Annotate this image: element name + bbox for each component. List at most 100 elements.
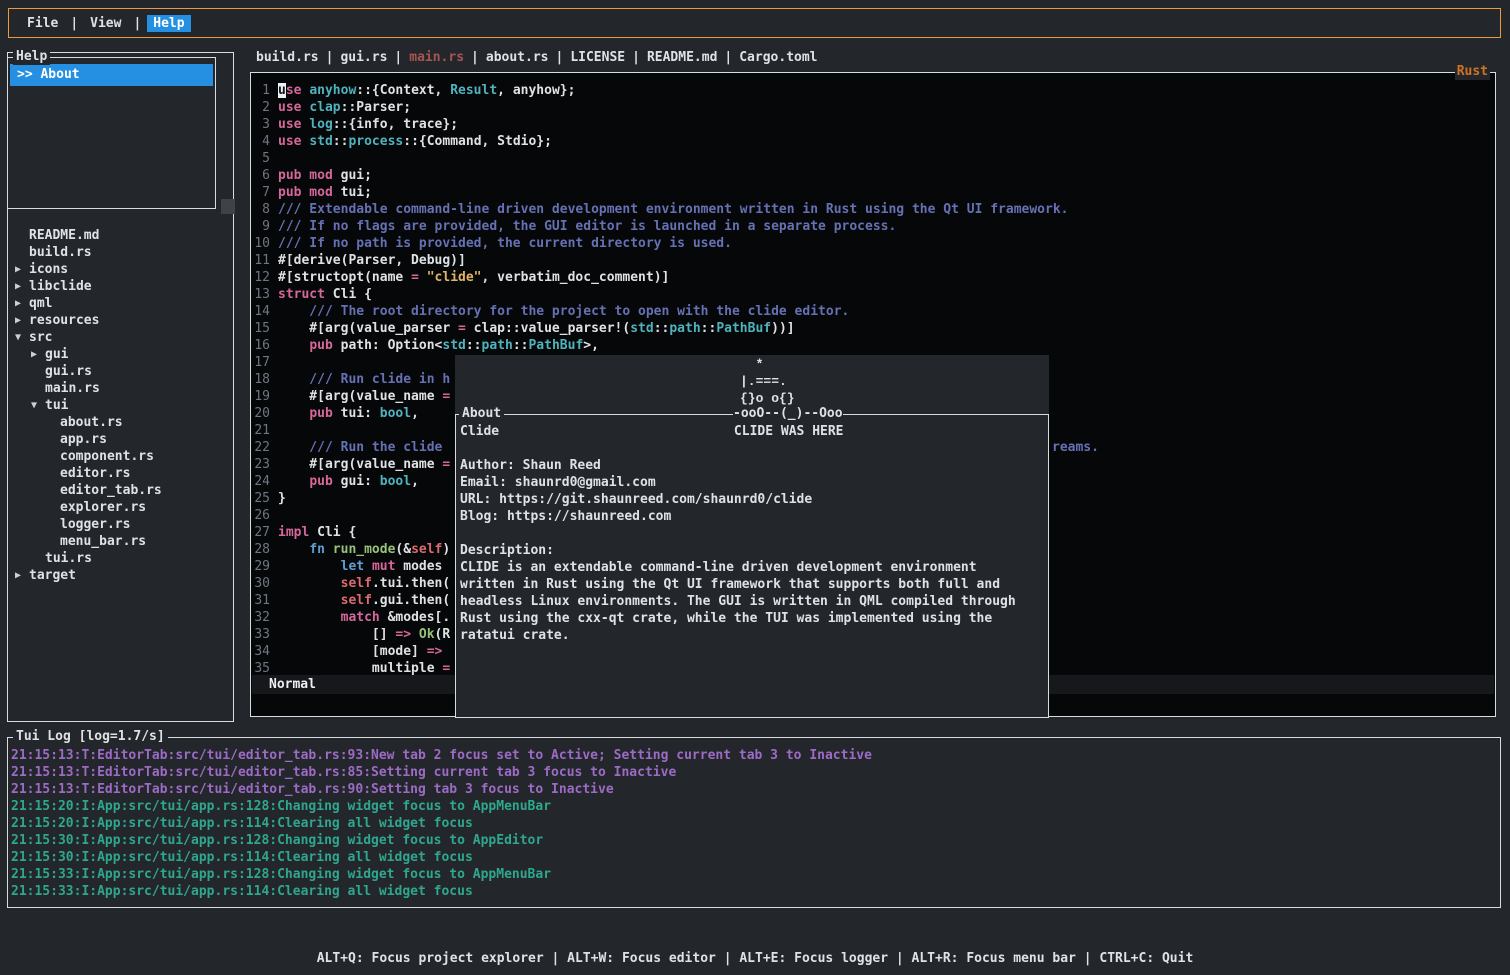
tree-item-tui.rs[interactable]: tui.rs bbox=[8, 550, 231, 567]
line-number: 19 bbox=[254, 388, 270, 405]
log-entry: 21:15:13:T:EditorTab:src/tui/editor_tab.… bbox=[11, 747, 872, 764]
code-line[interactable]: 5 bbox=[254, 150, 1493, 167]
line-number: 25 bbox=[254, 490, 270, 507]
tab-gui.rs[interactable]: gui.rs bbox=[340, 49, 387, 67]
tab-separator: | bbox=[319, 49, 341, 67]
ascii-art-figure: * |.===. {}o o{} bbox=[740, 356, 795, 407]
code-text: let mut modes bbox=[278, 558, 442, 575]
code-line[interactable]: 10 /// If no path is provided, the curren… bbox=[254, 235, 1493, 252]
code-text: [mode] => bbox=[278, 643, 442, 660]
tab-about.rs[interactable]: about.rs bbox=[486, 49, 549, 67]
menu-separator: | bbox=[133, 16, 141, 31]
code-text: /// Run the clide bbox=[278, 439, 450, 456]
tab-license[interactable]: LICENSE bbox=[570, 49, 625, 67]
code-line[interactable]: 9/// If no flags are provided, the GUI e… bbox=[254, 218, 1493, 235]
menu-item-file[interactable]: File bbox=[21, 15, 64, 32]
code-line[interactable]: 1use anyhow::{Context, Result, anyhow}; bbox=[254, 82, 1493, 99]
tree-item-about.rs[interactable]: about.rs bbox=[8, 414, 231, 431]
tree-item-build.rs[interactable]: build.rs bbox=[8, 244, 231, 261]
menu-separator: | bbox=[70, 16, 78, 31]
tree-item-label: app.rs bbox=[60, 431, 107, 448]
tree-item-label: logger.rs bbox=[60, 516, 130, 533]
tree-item-menu-bar.rs[interactable]: menu_bar.rs bbox=[8, 533, 231, 550]
tree-item-component.rs[interactable]: component.rs bbox=[8, 448, 231, 465]
tree-item-resources[interactable]: ▶resources bbox=[8, 312, 231, 329]
folder-expanded-icon: ▼ bbox=[31, 397, 45, 414]
about-popup-line: Email: shaunrd0@gmail.com bbox=[460, 474, 1048, 491]
about-popup-title: About bbox=[459, 406, 504, 422]
help-dropdown-menu: Help >> About bbox=[7, 57, 216, 209]
tui-log-panel: Tui Log [log=1.7/s] 21:15:13:T:EditorTab… bbox=[7, 737, 1501, 908]
tree-item-icons[interactable]: ▶icons bbox=[8, 261, 231, 278]
about-popup-line: written in Rust using the Qt UI framewor… bbox=[460, 576, 1048, 593]
code-text: self.tui.then( bbox=[278, 575, 450, 592]
menu-item-help[interactable]: Help bbox=[147, 15, 190, 32]
code-line[interactable]: 3use log::{info, trace}; bbox=[254, 116, 1493, 133]
tui-log-title: Tui Log [log=1.7/s] bbox=[13, 729, 168, 745]
about-popup-line: ratatui crate. bbox=[460, 627, 1048, 644]
tree-item-label: editor.rs bbox=[60, 465, 130, 482]
tree-item-target[interactable]: ▶target bbox=[8, 567, 231, 584]
menu-item-view[interactable]: View bbox=[84, 15, 127, 32]
tree-item-qml[interactable]: ▶qml bbox=[8, 295, 231, 312]
line-number: 10 bbox=[254, 235, 270, 252]
code-line[interactable]: 4use std::process::{Command, Stdio}; bbox=[254, 133, 1493, 150]
tree-item-gui.rs[interactable]: gui.rs bbox=[8, 363, 231, 380]
folder-collapsed-icon: ▶ bbox=[15, 261, 29, 278]
code-line[interactable]: 14 /// The root directory for the projec… bbox=[254, 303, 1493, 320]
tab-main.rs[interactable]: main.rs bbox=[409, 49, 464, 67]
tree-item-logger.rs[interactable]: logger.rs bbox=[8, 516, 231, 533]
language-badge: Rust bbox=[1455, 64, 1490, 80]
about-popup-line: Clide CLIDE WAS HERE bbox=[460, 423, 1048, 440]
code-line[interactable]: 2use clap::Parser; bbox=[254, 99, 1493, 116]
tree-item-main.rs[interactable]: main.rs bbox=[8, 380, 231, 397]
code-line[interactable]: 8/// Extendable command-line driven deve… bbox=[254, 201, 1493, 218]
tab-readme.md[interactable]: README.md bbox=[647, 49, 717, 67]
code-text: /// Run clide in h bbox=[278, 371, 450, 388]
tab-build.rs[interactable]: build.rs bbox=[256, 49, 319, 67]
code-text: use log::{info, trace}; bbox=[278, 116, 458, 133]
dropdown-scrollbar-thumb[interactable] bbox=[221, 199, 235, 214]
tree-item-label: menu_bar.rs bbox=[60, 533, 146, 550]
line-number: 18 bbox=[254, 371, 270, 388]
tree-item-label: resources bbox=[29, 312, 99, 329]
tree-item-libclide[interactable]: ▶libclide bbox=[8, 278, 231, 295]
about-popup-line: CLIDE is an extendable command-line driv… bbox=[460, 559, 1048, 576]
code-line[interactable]: 11#[derive(Parser, Debug)] bbox=[254, 252, 1493, 269]
code-line[interactable]: 7pub mod tui; bbox=[254, 184, 1493, 201]
tree-item-gui[interactable]: ▶gui bbox=[8, 346, 231, 363]
code-text: } bbox=[278, 490, 286, 507]
code-line[interactable]: 16 pub path: Option<std::path::PathBuf>, bbox=[254, 337, 1493, 354]
folder-collapsed-icon: ▶ bbox=[15, 278, 29, 295]
tab-cargo.toml[interactable]: Cargo.toml bbox=[739, 49, 817, 67]
code-text: #[structopt(name = "clide", verbatim_doc… bbox=[278, 269, 669, 286]
line-number: 17 bbox=[254, 354, 270, 371]
tree-item-readme.md[interactable]: README.md bbox=[8, 227, 231, 244]
code-line[interactable]: 6pub mod gui; bbox=[254, 167, 1493, 184]
code-line[interactable]: 15 #[arg(value_parser = clap::value_pars… bbox=[254, 320, 1493, 337]
code-text: match &modes[. bbox=[278, 609, 450, 626]
about-popup-line: Blog: https://shaunreed.com bbox=[460, 508, 1048, 525]
tree-item-label: gui.rs bbox=[45, 363, 92, 380]
about-popup-line: Description: bbox=[460, 542, 1048, 559]
code-text: pub mod tui; bbox=[278, 184, 372, 201]
code-line[interactable]: 13struct Cli { bbox=[254, 286, 1493, 303]
code-text: /// If no path is provided, the current … bbox=[278, 235, 732, 252]
dropdown-item-about[interactable]: >> About bbox=[10, 64, 213, 86]
tree-item-label: gui bbox=[45, 346, 68, 363]
shortcut-help-bar: ALT+Q: Focus project explorer | ALT+W: F… bbox=[0, 916, 1510, 975]
tree-item-explorer.rs[interactable]: explorer.rs bbox=[8, 499, 231, 516]
about-popup-line: URL: https://git.shaunreed.com/shaunrd0/… bbox=[460, 491, 1048, 508]
tree-item-editor.rs[interactable]: editor.rs bbox=[8, 465, 231, 482]
tree-item-app.rs[interactable]: app.rs bbox=[8, 431, 231, 448]
line-number: 24 bbox=[254, 473, 270, 490]
tree-item-editor-tab.rs[interactable]: editor_tab.rs bbox=[8, 482, 231, 499]
tab-separator: | bbox=[625, 49, 647, 67]
code-text: [] => Ok(R bbox=[278, 626, 450, 643]
tree-item-label: src bbox=[29, 329, 52, 346]
tree-item-label: build.rs bbox=[29, 244, 92, 261]
tree-item-src[interactable]: ▼src bbox=[8, 329, 231, 346]
code-line[interactable]: 12#[structopt(name = "clide", verbatim_d… bbox=[254, 269, 1493, 286]
tree-item-tui[interactable]: ▼tui bbox=[8, 397, 231, 414]
code-text: #[arg(value_name = bbox=[278, 456, 450, 473]
